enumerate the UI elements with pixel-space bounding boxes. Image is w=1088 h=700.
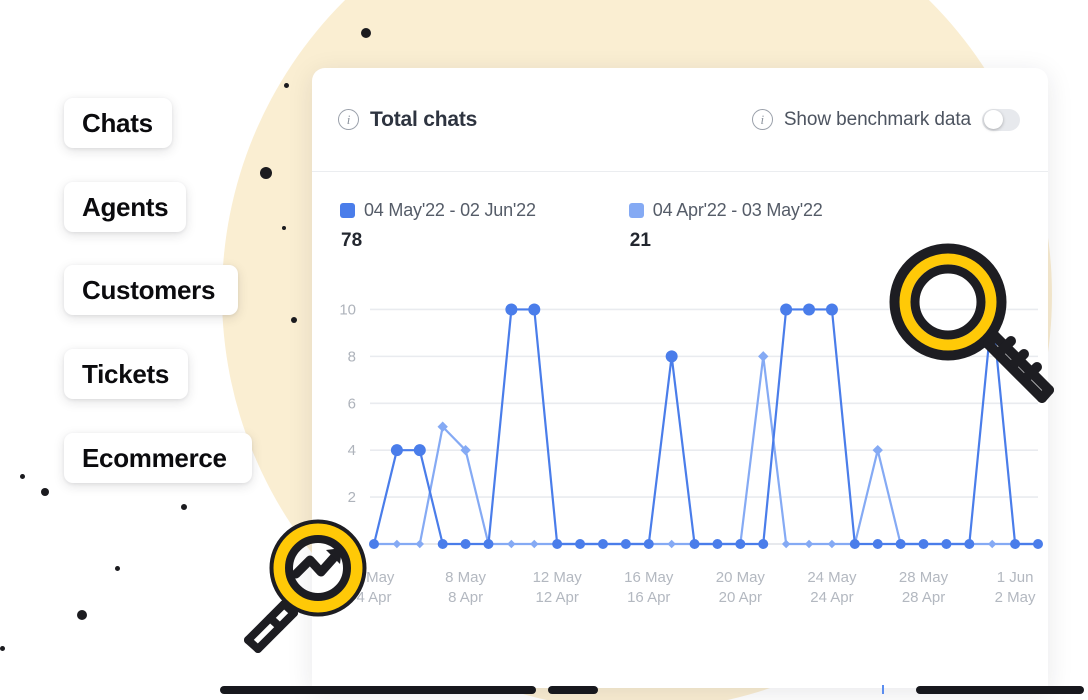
data-point[interactable] — [528, 303, 541, 316]
benchmark-toggle[interactable] — [982, 108, 1020, 131]
legend-top-current: 04 May'22 - 02 Jun'22 — [340, 200, 536, 221]
sidebar-item-tickets[interactable]: Tickets — [64, 349, 188, 399]
data-point[interactable] — [597, 539, 608, 549]
show-benchmark-control[interactable]: i Show benchmark data — [751, 108, 1020, 131]
data-point[interactable] — [849, 539, 860, 549]
data-point[interactable] — [390, 444, 403, 457]
bottom-bar — [916, 686, 1084, 694]
x-axis-tick-label-secondary: 16 Apr — [627, 589, 670, 606]
x-axis-tick-label-secondary: 20 Apr — [719, 589, 762, 606]
sidebar-item-chats[interactable]: Chats — [64, 98, 172, 148]
data-point[interactable] — [437, 539, 448, 549]
x-axis-tick-label-primary: 12 May — [533, 569, 583, 586]
data-point[interactable] — [620, 539, 631, 549]
magnifier-trend-icon — [244, 519, 367, 653]
magnifier-icon — [889, 243, 1054, 403]
data-point[interactable] — [872, 444, 883, 456]
data-point[interactable] — [1010, 539, 1021, 549]
data-point[interactable] — [941, 539, 952, 549]
x-axis-tick-label-primary: 28 May — [899, 569, 949, 586]
sidebar-item-customers[interactable]: Customers — [64, 265, 238, 315]
data-point[interactable] — [392, 539, 402, 549]
x-axis-tick-label-secondary: 24 Apr — [810, 589, 853, 606]
data-point[interactable] — [918, 539, 929, 549]
legend-label: 04 May'22 - 02 Jun'22 — [364, 200, 536, 220]
data-point[interactable] — [530, 539, 539, 549]
sidebar-item-label: Tickets — [82, 358, 170, 389]
y-axis-tick-label: 4 — [348, 442, 356, 459]
legend-value: 21 — [629, 230, 651, 251]
info-icon[interactable]: i — [751, 109, 773, 130]
data-point[interactable] — [667, 539, 676, 549]
y-axis-tick-label: 8 — [348, 348, 356, 365]
text-caret — [882, 685, 884, 694]
y-axis-tick-label: 6 — [348, 395, 356, 412]
x-axis-tick-label-secondary: 28 Apr — [902, 589, 945, 606]
y-axis-tick-label: 2 — [348, 489, 356, 506]
data-point[interactable] — [872, 539, 883, 549]
data-point[interactable] — [827, 539, 837, 549]
data-point[interactable] — [825, 303, 838, 316]
legend-value: 78 — [341, 230, 363, 251]
sidebar-item-label: Chats — [82, 107, 153, 138]
y-axis-tick-label: 10 — [339, 301, 356, 318]
x-axis-tick-label-secondary: 12 Apr — [535, 589, 578, 606]
data-point[interactable] — [988, 539, 997, 549]
info-icon[interactable]: i — [338, 109, 359, 130]
sidebar-item-ecommerce[interactable]: Ecommerce — [64, 433, 252, 483]
legend-item-current[interactable]: 04 May'22 - 02 Jun'22 78 — [340, 200, 536, 252]
chart-card-header: i Total chats i Show benchmark data — [312, 68, 1048, 172]
data-point[interactable] — [735, 539, 746, 549]
data-point[interactable] — [413, 444, 426, 457]
decorative-dot — [361, 28, 371, 38]
data-point[interactable] — [895, 539, 906, 549]
data-point[interactable] — [964, 539, 975, 549]
x-axis-tick-label-secondary: 2 May — [995, 589, 1036, 606]
bottom-bar — [220, 686, 536, 694]
sidebar-item-label: Agents — [82, 191, 169, 222]
page-title: Total chats — [370, 107, 478, 131]
data-point[interactable] — [505, 303, 518, 316]
data-point[interactable] — [781, 539, 791, 549]
data-point[interactable] — [575, 539, 586, 549]
legend-swatch — [340, 203, 355, 218]
sidebar-item-agents[interactable]: Agents — [64, 182, 186, 232]
legend-top-benchmark: 04 Apr'22 - 03 May'22 — [628, 200, 823, 221]
data-point[interactable] — [758, 539, 769, 549]
data-point[interactable] — [460, 539, 471, 549]
data-point[interactable] — [665, 350, 678, 363]
sidebar-item-label: Customers — [82, 274, 216, 305]
x-axis-tick-label-primary: 8 May — [445, 569, 486, 586]
data-point[interactable] — [507, 539, 516, 549]
x-axis-tick-label-primary: 16 May — [624, 569, 674, 586]
legend-swatch — [628, 203, 644, 218]
data-point[interactable] — [780, 303, 793, 316]
data-point[interactable] — [712, 539, 723, 549]
data-point[interactable] — [689, 539, 700, 549]
x-axis-tick-label-primary: 1 Jun — [997, 569, 1034, 586]
data-point[interactable] — [804, 539, 814, 549]
x-axis-tick-label-primary: 24 May — [807, 569, 857, 586]
page-root: Chats Agents Customers Tickets Ecommerce i T… — [0, 0, 1088, 700]
data-point[interactable] — [1033, 539, 1043, 549]
legend-label: 04 Apr'22 - 03 May'22 — [652, 200, 823, 220]
data-point[interactable] — [483, 539, 494, 549]
x-axis-tick-label-primary: 20 May — [716, 569, 766, 586]
legend-item-benchmark[interactable]: 04 Apr'22 - 03 May'22 21 — [628, 200, 823, 252]
benchmark-label: Show benchmark data — [783, 108, 971, 130]
x-axis-tick-label-secondary: 8 Apr — [448, 589, 483, 606]
data-point[interactable] — [803, 303, 816, 316]
bottom-bar — [548, 686, 598, 694]
data-point[interactable] — [758, 351, 769, 362]
data-point[interactable] — [415, 539, 424, 549]
data-point[interactable] — [552, 539, 563, 549]
sidebar-item-label: Ecommerce — [82, 442, 227, 473]
data-point[interactable] — [643, 539, 654, 549]
